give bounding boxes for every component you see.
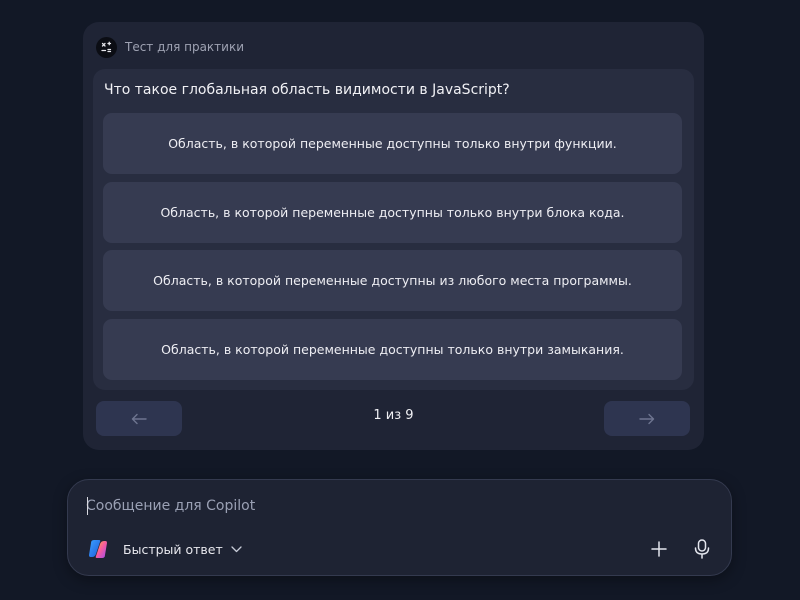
chevron-down-icon bbox=[231, 545, 242, 552]
answer-option-label: Область, в которой переменные доступны т… bbox=[168, 136, 617, 151]
answer-option-4[interactable]: Область, в которой переменные доступны т… bbox=[103, 319, 682, 380]
message-input[interactable] bbox=[86, 494, 706, 518]
arrow-right-icon bbox=[639, 413, 655, 424]
voice-input-button[interactable] bbox=[688, 535, 716, 563]
message-composer: Быстрый ответ bbox=[67, 479, 732, 576]
add-attachment-button[interactable] bbox=[645, 535, 673, 563]
answer-option-label: Область, в которой переменные доступны т… bbox=[160, 205, 625, 220]
quiz-header: Тест для практики bbox=[96, 36, 244, 58]
copilot-logo-icon[interactable] bbox=[87, 538, 109, 560]
response-mode-label: Быстрый ответ bbox=[123, 541, 223, 557]
quiz-logo-icon bbox=[96, 36, 117, 58]
response-mode-dropdown[interactable]: Быстрый ответ bbox=[123, 538, 242, 560]
answer-option-2[interactable]: Область, в которой переменные доступны т… bbox=[103, 182, 682, 243]
plus-icon bbox=[651, 541, 667, 557]
question-text: Что такое глобальная область видимости в… bbox=[104, 82, 510, 98]
quiz-header-title: Тест для практики bbox=[125, 40, 245, 54]
answer-option-label: Область, в которой переменные доступны и… bbox=[153, 273, 632, 288]
next-question-button[interactable] bbox=[604, 401, 690, 436]
text-caret bbox=[87, 497, 88, 515]
microphone-icon bbox=[694, 539, 710, 559]
answer-option-1[interactable]: Область, в которой переменные доступны т… bbox=[103, 113, 682, 174]
question-panel: Что такое глобальная область видимости в… bbox=[93, 69, 694, 390]
answer-option-3[interactable]: Область, в которой переменные доступны и… bbox=[103, 250, 682, 311]
answer-option-label: Область, в которой переменные доступны т… bbox=[161, 342, 624, 357]
quiz-card: Тест для практики Что такое глобальная о… bbox=[83, 22, 704, 450]
